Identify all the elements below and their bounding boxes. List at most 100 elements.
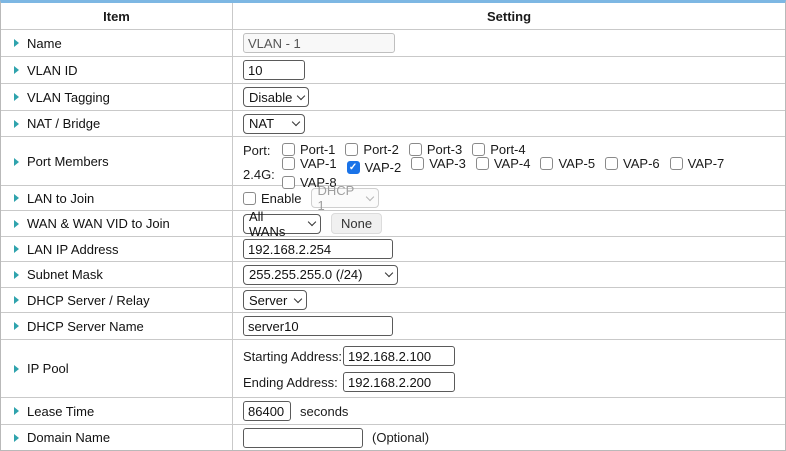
chevron-down-icon (366, 192, 374, 200)
dhcp-mode-selected-value: Server (249, 293, 287, 308)
vlan-id-input[interactable] (243, 60, 305, 80)
checkbox-item: Port-3 (409, 142, 462, 157)
table-row-wan-join: WAN & WAN VID to Join All WANs None (1, 211, 785, 237)
row-label-dhcp-name: DHCP Server Name (27, 319, 144, 334)
row-label-subnet-mask: Subnet Mask (27, 267, 103, 282)
ending-address-input[interactable] (343, 372, 455, 392)
chevron-down-icon (385, 269, 393, 277)
chevron-down-icon (297, 91, 305, 99)
row-label-wan-join: WAN & WAN VID to Join (27, 216, 170, 231)
domain-optional-label: (Optional) (372, 430, 429, 445)
arrow-icon (14, 39, 19, 47)
checkbox-port-1[interactable] (282, 143, 295, 156)
row-label-name: Name (27, 36, 62, 51)
ip-pool-end-line: Ending Address: (243, 369, 785, 395)
row-label-port-members: Port Members (27, 154, 109, 169)
starting-address-input[interactable] (343, 346, 455, 366)
lan-ip-input[interactable] (243, 239, 393, 259)
checkbox-label: VAP-1 (300, 156, 337, 171)
checkbox-label: Port-2 (363, 142, 398, 157)
vlan-tagging-selected-value: Disable (249, 90, 292, 105)
chevron-down-icon (292, 118, 300, 126)
row-label-vlan-tagging: VLAN Tagging (27, 90, 110, 105)
lease-time-unit-label: seconds (300, 404, 348, 419)
table-row-dhcp-mode: DHCP Server / Relay Server (1, 288, 785, 313)
row-label-nat-bridge: NAT / Bridge (27, 116, 100, 131)
checkbox-item: Port-2 (345, 142, 398, 157)
checkbox-item: VAP-7 (670, 156, 725, 171)
checkbox-vap-5[interactable] (540, 157, 553, 170)
arrow-icon (14, 245, 19, 253)
domain-name-input[interactable] (243, 428, 363, 448)
arrow-icon (14, 407, 19, 415)
column-header-setting: Setting (233, 3, 785, 29)
nat-bridge-selected-value: NAT (249, 116, 274, 131)
checkbox-item: VAP-6 (605, 156, 660, 171)
table-row-name: Name (1, 30, 785, 57)
row-label-dhcp-mode: DHCP Server / Relay (27, 293, 150, 308)
arrow-icon (14, 271, 19, 279)
checkbox-vap-6[interactable] (605, 157, 618, 170)
table-row-port-members: Port Members Port: Port-1Port-2Port-3Por… (1, 137, 785, 186)
dhcp-mode-select[interactable]: Server (243, 290, 307, 310)
name-input (243, 33, 395, 53)
arrow-icon (14, 365, 19, 373)
table-row-vlan-id: VLAN ID (1, 57, 785, 84)
checkbox-label: Port-1 (300, 142, 335, 157)
vlan-tagging-select[interactable]: Disable (243, 87, 309, 107)
lease-time-input[interactable] (243, 401, 291, 421)
dhcp-pool-selected-value: DHCP 1 (317, 183, 361, 213)
arrow-icon (14, 194, 19, 202)
checkbox-label: VAP-5 (558, 156, 595, 171)
table-row-vlan-tagging: VLAN Tagging Disable (1, 84, 785, 111)
table-row-ip-pool: IP Pool Starting Address: Ending Address… (1, 340, 785, 398)
wan-join-select[interactable]: All WANs (243, 214, 321, 234)
dhcp-server-name-input[interactable] (243, 316, 393, 336)
row-label-lan-to-join: LAN to Join (27, 191, 94, 206)
chevron-down-icon (294, 294, 302, 302)
checkbox-vap-7[interactable] (670, 157, 683, 170)
checkbox-vap-1[interactable] (282, 157, 295, 170)
column-header-item: Item (1, 3, 233, 29)
arrow-icon (14, 93, 19, 101)
checkbox-vap-2[interactable] (347, 161, 360, 174)
checkbox-item: Port-4 (472, 142, 525, 157)
checkbox-item: Port-1 (282, 142, 335, 157)
arrow-icon (14, 158, 19, 166)
arrow-icon (14, 66, 19, 74)
checkbox-port-3[interactable] (409, 143, 422, 156)
checkbox-vap-4[interactable] (476, 157, 489, 170)
arrow-icon (14, 220, 19, 228)
arrow-icon (14, 434, 19, 442)
checkbox-label: VAP-3 (429, 156, 466, 171)
arrow-icon (14, 120, 19, 128)
checkbox-label: VAP-2 (365, 160, 402, 175)
table-row-nat-bridge: NAT / Bridge NAT (1, 111, 785, 137)
checkbox-item: VAP-4 (476, 156, 531, 171)
nat-bridge-select[interactable]: NAT (243, 114, 305, 134)
row-label-domain-name: Domain Name (27, 430, 110, 445)
subnet-mask-selected-value: 255.255.255.0 (/24) (249, 267, 362, 282)
wan-vid-none-button[interactable]: None (331, 213, 382, 234)
checkbox-label: VAP-4 (494, 156, 531, 171)
table-row-lan-to-join: LAN to Join Enable DHCP 1 (1, 186, 785, 211)
wifi-prefix-label: 2.4G: (243, 167, 278, 182)
dhcp-pool-select: DHCP 1 (311, 188, 379, 208)
enable-checkbox[interactable] (243, 192, 256, 205)
chevron-down-icon (308, 218, 316, 226)
checkbox-vap-3[interactable] (411, 157, 424, 170)
table-row-dhcp-name: DHCP Server Name (1, 313, 785, 340)
checkbox-item: VAP-3 (411, 156, 466, 171)
wan-join-selected-value: All WANs (249, 209, 303, 239)
checkbox-port-2[interactable] (345, 143, 358, 156)
checkbox-port-4[interactable] (472, 143, 485, 156)
checkbox-label: Port-3 (427, 142, 462, 157)
ending-address-label: Ending Address: (243, 375, 343, 390)
ip-pool-start-line: Starting Address: (243, 343, 785, 369)
table-row-subnet-mask: Subnet Mask 255.255.255.0 (/24) (1, 262, 785, 288)
subnet-mask-select[interactable]: 255.255.255.0 (/24) (243, 265, 398, 285)
starting-address-label: Starting Address: (243, 349, 343, 364)
table-row-lease-time: Lease Time seconds (1, 398, 785, 425)
row-label-lan-ip: LAN IP Address (27, 242, 119, 257)
checkbox-label: VAP-6 (623, 156, 660, 171)
